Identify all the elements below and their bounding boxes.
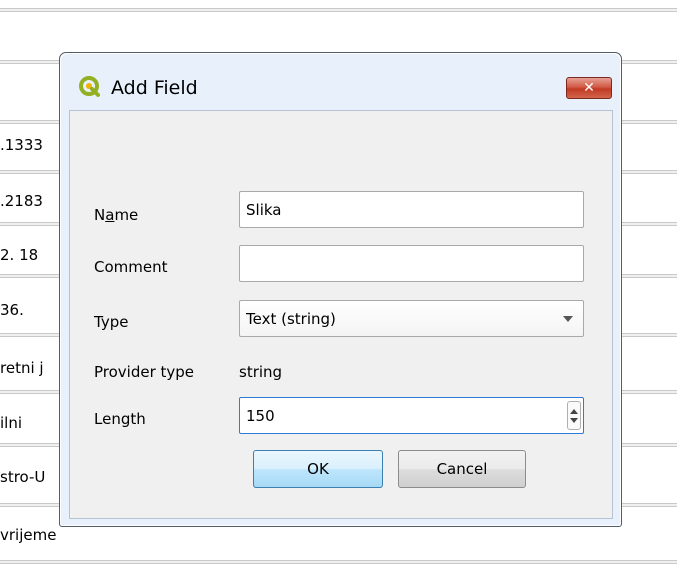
close-icon: ✕ — [583, 80, 595, 96]
close-button[interactable]: ✕ — [566, 77, 612, 99]
cancel-button[interactable]: Cancel — [398, 450, 526, 488]
comment-label: Comment — [94, 258, 168, 276]
comment-input[interactable] — [239, 245, 584, 282]
name-input[interactable]: Slika — [239, 191, 584, 228]
provider-type-value: string — [239, 363, 283, 381]
table-cell[interactable]: 2. 18 — [0, 246, 64, 264]
table-cell[interactable]: retni j — [0, 359, 64, 377]
table-cell[interactable]: stro-U — [0, 468, 64, 486]
length-label: Length — [94, 410, 146, 428]
chevron-down-icon[interactable] — [570, 418, 578, 423]
table-row-divider — [0, 8, 677, 12]
ok-button[interactable]: OK — [253, 450, 383, 488]
table-cell[interactable]: vrijeme — [0, 526, 120, 544]
table-row-divider — [0, 560, 677, 564]
length-stepper[interactable] — [567, 401, 581, 430]
dialog-titlebar[interactable]: Add Field ✕ — [60, 53, 621, 111]
type-combobox[interactable]: Text (string) — [239, 300, 584, 337]
type-label: Type — [94, 313, 129, 331]
table-cell[interactable]: ilni — [0, 414, 64, 432]
type-selected-value: Text (string) — [246, 310, 336, 328]
add-field-dialog: Add Field ✕ Name Slika Comment Type Text… — [59, 52, 622, 527]
name-input-value: Slika — [246, 201, 282, 219]
table-cell[interactable]: .2183 — [0, 192, 64, 210]
table-cell[interactable]: 36. — [0, 301, 64, 319]
table-cell[interactable]: .1333 — [0, 136, 64, 154]
dialog-title: Add Field — [111, 77, 198, 99]
name-label: Name — [94, 206, 139, 224]
provider-type-label: Provider type — [94, 363, 195, 381]
qgis-logo-icon — [79, 76, 100, 97]
chevron-down-icon — [563, 316, 573, 322]
length-value: 150 — [246, 407, 275, 425]
length-spinbox[interactable]: 150 — [239, 397, 584, 434]
chevron-up-icon[interactable] — [570, 409, 578, 414]
